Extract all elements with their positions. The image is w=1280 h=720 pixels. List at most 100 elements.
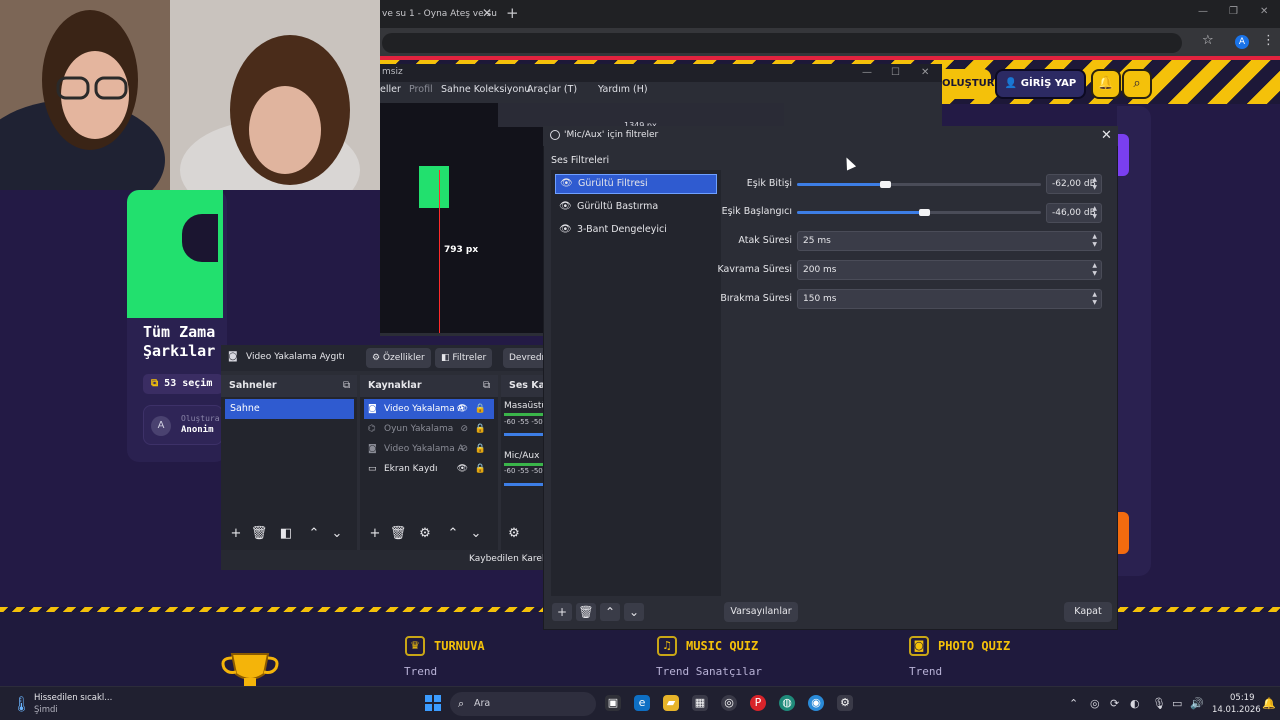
network-icon[interactable]: ▭ [1172, 697, 1182, 710]
pinterest-icon[interactable]: P [750, 695, 766, 711]
dialog-close-icon[interactable]: ✕ [1101, 128, 1112, 143]
edge-icon[interactable]: e [634, 695, 650, 711]
chrome-icon[interactable]: ◉ [808, 695, 824, 711]
site-search-icon[interactable]: ⌕ [1122, 69, 1152, 99]
taskbar-search-input[interactable]: Ara [450, 692, 596, 716]
profile-avatar[interactable]: A [1235, 35, 1249, 49]
address-bar[interactable] [382, 33, 1182, 53]
new-tab-button[interactable]: + [506, 4, 519, 22]
add-filter-icon[interactable]: + [552, 603, 572, 621]
settings-icon[interactable]: ⚙ [837, 695, 853, 711]
obs-maximize-icon[interactable]: ☐ [891, 67, 900, 78]
task-view-icon[interactable]: ▣ [605, 695, 621, 711]
obs-close-icon[interactable]: ✕ [921, 67, 929, 78]
undock-icon[interactable]: ⧉ [343, 380, 350, 391]
window-close-icon[interactable]: ✕ [1260, 6, 1268, 17]
move-up-icon[interactable]: ⌃ [305, 525, 323, 543]
unlock-icon[interactable]: 🔒 [475, 439, 486, 459]
spin-arrows-icon[interactable]: ▲ ▼ [1092, 205, 1097, 221]
menu-item-scenes[interactable]: eller [380, 84, 401, 95]
file-explorer-icon[interactable]: ▰ [663, 695, 679, 711]
tray-app-icon[interactable]: ◐ [1130, 697, 1140, 710]
filter-item-3-band-eq[interactable]: 👁 3-Bant Dengeleyici [555, 220, 717, 240]
tray-chevron-icon[interactable]: ⌃ [1069, 697, 1078, 710]
menu-item-profile[interactable]: Profil [409, 84, 433, 95]
spin-arrows-icon[interactable]: ▲ ▼ [1092, 233, 1097, 249]
clock-time[interactable]: 05:19 [1230, 693, 1255, 703]
eye-icon[interactable]: 👁 [559, 220, 572, 240]
source-properties-icon[interactable]: ⚙ [416, 525, 434, 543]
eye-hidden-icon[interactable]: ⊘ [460, 419, 468, 439]
menu-item-tools[interactable]: Araçlar (T) [527, 84, 577, 95]
obs-taskbar-icon[interactable]: ◎ [721, 695, 737, 711]
filter-down-icon[interactable]: ⌄ [624, 603, 644, 621]
microphone-icon[interactable]: 🎙 [1152, 697, 1166, 710]
store-icon[interactable]: ▦ [692, 695, 708, 711]
remove-source-icon[interactable]: 🗑 [389, 525, 407, 543]
weather-subtext[interactable]: Şimdi [34, 705, 58, 715]
source-item-video-capture-2[interactable]: ◙ Video Yakalama A ⊘ 🔒 [364, 439, 494, 459]
scene-item-sahne[interactable]: Sahne [225, 399, 354, 419]
filters-button[interactable]: ◧ Filtreler [435, 348, 493, 368]
unlock-icon[interactable]: 🔒 [475, 419, 486, 439]
menu-item-scene-collection[interactable]: Sahne Koleksiyonu [441, 84, 530, 95]
create-button[interactable]: OLUŞTUR [936, 69, 994, 99]
spin-arrows-icon[interactable]: ▲ ▼ [1092, 291, 1097, 307]
source-down-icon[interactable]: ⌄ [467, 525, 485, 543]
login-button[interactable]: 👤 GİRİŞ YAP [995, 69, 1086, 99]
tray-sync-icon[interactable]: ⟳ [1110, 697, 1119, 710]
close-button[interactable]: Kapat [1064, 602, 1112, 622]
undock-icon[interactable]: ⧉ [483, 380, 490, 391]
desktop-volume-slider[interactable] [504, 433, 544, 436]
site-purple-button[interactable] [1117, 134, 1129, 176]
add-scene-icon[interactable]: + [227, 525, 245, 543]
tray-obs-icon[interactable]: ◎ [1090, 697, 1100, 710]
advanced-audio-icon[interactable]: ⚙ [505, 525, 523, 543]
footer-link-trend-1[interactable]: Trend [404, 665, 437, 678]
eye-icon[interactable]: 👁 [560, 175, 573, 193]
source-item-screen-capture[interactable]: ▭ Ekran Kaydı 👁 🔒 [364, 459, 494, 479]
eye-icon[interactable]: 👁 [559, 197, 572, 217]
filter-item-noise-gate[interactable]: 👁 Gürültü Filtresi [555, 174, 717, 194]
release-time-input[interactable]: 150 ms ▲ ▼ [797, 289, 1102, 309]
volume-icon[interactable]: 🔊 [1190, 697, 1204, 710]
move-down-icon[interactable]: ⌄ [328, 525, 346, 543]
deactivate-button[interactable]: Devredışı [503, 348, 544, 368]
hold-time-input[interactable]: 200 ms ▲ ▼ [797, 260, 1102, 280]
open-threshold-handle[interactable] [919, 209, 930, 216]
spin-arrows-icon[interactable]: ▲ ▼ [1092, 262, 1097, 278]
add-source-icon[interactable]: + [366, 525, 384, 543]
weather-text[interactable]: Hissedilen sıcakl... [34, 693, 112, 703]
maximize-icon[interactable]: ❐ [1229, 6, 1238, 17]
footer-link-trend-3[interactable]: Trend [909, 665, 942, 678]
source-up-icon[interactable]: ⌃ [444, 525, 462, 543]
minimize-icon[interactable]: — [1198, 6, 1208, 17]
weather-icon[interactable]: 🌡 [12, 695, 31, 713]
card-title[interactable]: Tüm Zama Şarkılar [143, 323, 227, 361]
tab-close-icon[interactable]: ✕ [482, 6, 492, 20]
site-orange-button[interactable] [1117, 512, 1129, 554]
mic-volume-slider[interactable] [504, 483, 544, 486]
close-threshold-input[interactable]: -62,00 dB ▲ ▼ [1046, 174, 1102, 194]
remove-scene-icon[interactable]: 🗑 [250, 525, 268, 543]
clock-date[interactable]: 14.01.2026 [1212, 705, 1261, 715]
attack-time-input[interactable]: 25 ms ▲ ▼ [797, 231, 1102, 251]
open-threshold-input[interactable]: -46,00 dB ▲ ▼ [1046, 203, 1102, 223]
obs-preview-canvas[interactable] [380, 103, 544, 333]
bookmark-star-icon[interactable]: ☆ [1202, 33, 1214, 48]
browser-menu-icon[interactable]: ⋮ [1262, 33, 1275, 48]
vpn-icon[interactable]: ◍ [779, 695, 795, 711]
menu-item-help[interactable]: Yardım (H) [598, 84, 648, 95]
lock-icon[interactable]: 🔒 [475, 459, 486, 479]
spin-arrows-icon[interactable]: ▲ ▼ [1092, 176, 1097, 192]
unlock-icon[interactable]: 🔒 [475, 399, 486, 419]
eye-hidden-icon[interactable]: ⊘ [460, 439, 468, 459]
notifications-icon[interactable]: 🔔 [1262, 697, 1276, 710]
source-item-video-capture-1[interactable]: ◙ Video Yakalama A 👁 🔒 [364, 399, 494, 419]
filter-up-icon[interactable]: ⌃ [600, 603, 620, 621]
notifications-bell-icon[interactable]: 🔔 [1091, 69, 1121, 99]
scene-filters-icon[interactable]: ◧ [277, 525, 295, 543]
source-item-game-capture[interactable]: ⌬ Oyun Yakalama ⊘ 🔒 [364, 419, 494, 439]
properties-button[interactable]: ⚙ Özellikler [366, 348, 431, 368]
defaults-button[interactable]: Varsayılanlar [724, 602, 798, 622]
